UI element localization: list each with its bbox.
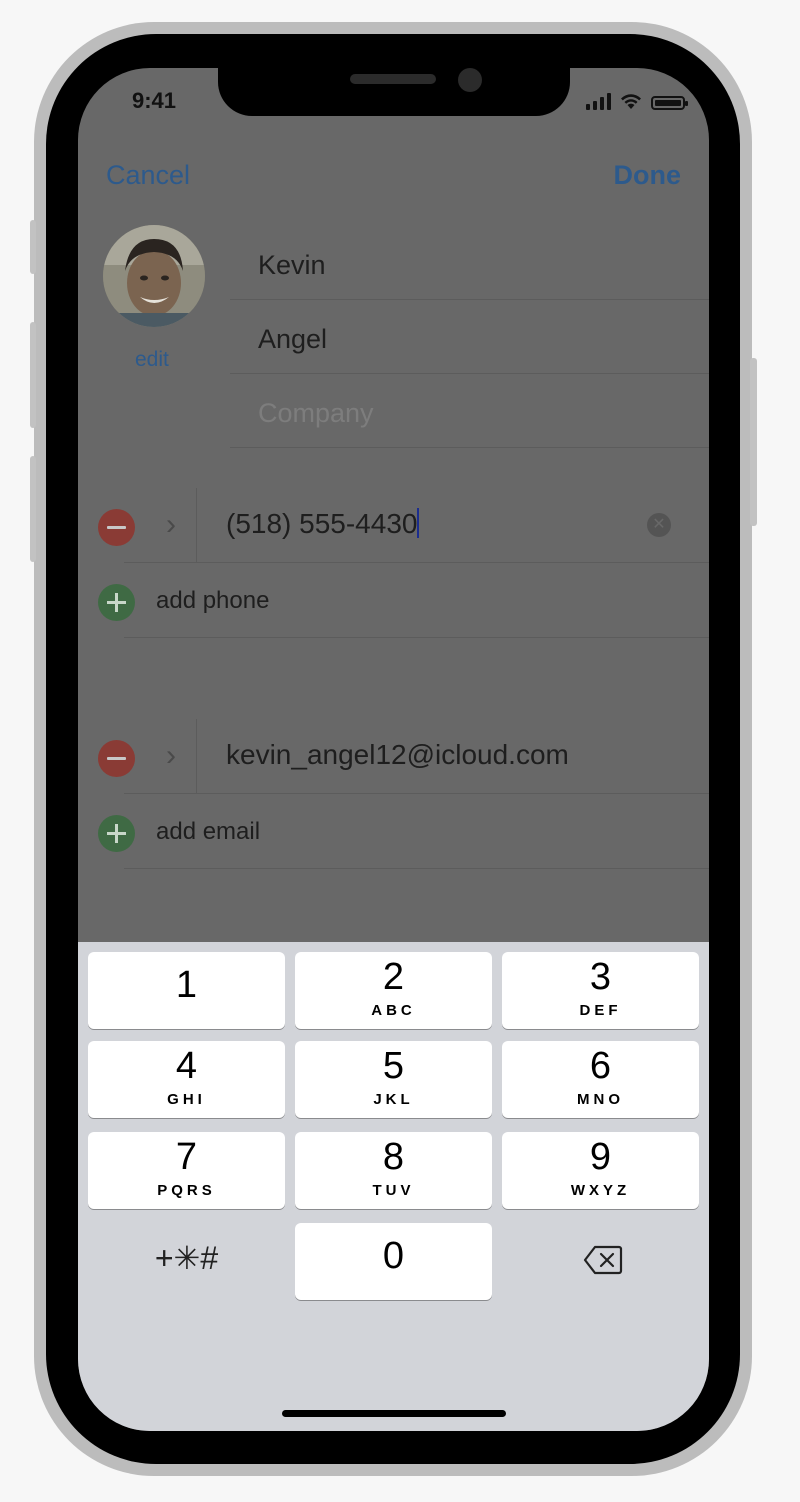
key-9[interactable]: 9 WXYZ bbox=[502, 1132, 699, 1209]
key-5[interactable]: 5 JKL bbox=[295, 1041, 492, 1118]
email-input[interactable]: kevin_angel12@icloud.com bbox=[226, 739, 569, 771]
backspace-icon bbox=[583, 1245, 623, 1275]
key-letters: GHI bbox=[167, 1091, 206, 1108]
key-letters: WXYZ bbox=[570, 1182, 631, 1199]
key-1[interactable]: 1 bbox=[88, 952, 285, 1029]
key-8[interactable]: 8 TUV bbox=[295, 1132, 492, 1209]
email-row: › kevin_angel12@icloud.com bbox=[98, 719, 709, 794]
key-3[interactable]: 3 DEF bbox=[502, 952, 699, 1029]
key-letters: MNO bbox=[577, 1091, 624, 1108]
key-6[interactable]: 6 MNO bbox=[502, 1041, 699, 1118]
phone-row: › (518) 555-4430 ✕ bbox=[98, 488, 709, 563]
wifi-icon bbox=[621, 94, 641, 109]
edit-photo-link[interactable]: edit bbox=[135, 348, 169, 372]
status-icons bbox=[586, 92, 688, 110]
status-time: 9:41 bbox=[132, 88, 177, 113]
key-digit: 5 bbox=[382, 1045, 405, 1087]
key-digit: 9 bbox=[589, 1136, 612, 1178]
key-4[interactable]: 4 GHI bbox=[88, 1041, 285, 1118]
company-field[interactable]: Company bbox=[230, 374, 709, 448]
last-name-field[interactable]: Angel bbox=[230, 300, 709, 374]
phone-value: (518) 555-4430 bbox=[226, 508, 418, 539]
phone-input[interactable]: (518) 555-4430 bbox=[226, 508, 420, 540]
clear-icon[interactable]: ✕ bbox=[647, 513, 671, 537]
key-letters: ABC bbox=[371, 1002, 416, 1019]
text-caret bbox=[417, 508, 420, 538]
key-digit: 8 bbox=[382, 1136, 405, 1178]
first-name-field[interactable]: Kevin bbox=[230, 226, 709, 300]
front-camera bbox=[458, 68, 482, 92]
speaker bbox=[350, 74, 436, 84]
key-digit: 2 bbox=[382, 956, 405, 998]
power-button bbox=[750, 358, 757, 526]
key-digit: 7 bbox=[175, 1136, 198, 1178]
key-digit: 3 bbox=[589, 956, 612, 998]
add-phone-icon[interactable] bbox=[98, 584, 135, 621]
chevron-right-icon[interactable]: › bbox=[166, 508, 176, 542]
divider bbox=[124, 637, 709, 638]
add-phone-row[interactable]: add phone bbox=[98, 563, 709, 638]
battery-icon bbox=[651, 96, 688, 110]
avatar-photo-icon bbox=[103, 225, 205, 327]
divider bbox=[196, 488, 197, 563]
symbols-key[interactable]: +✳# bbox=[88, 1223, 285, 1300]
delete-key[interactable] bbox=[502, 1223, 699, 1300]
key-letters: JKL bbox=[373, 1091, 414, 1108]
remove-email-button[interactable] bbox=[98, 740, 135, 777]
key-2[interactable]: 2 ABC bbox=[295, 952, 492, 1029]
numeric-keypad: 1 2 ABC 3 DEF 4 GHI 5 JKL 6 MNO 7 PQRS 8… bbox=[78, 942, 709, 1431]
cancel-button[interactable]: Cancel bbox=[106, 160, 190, 191]
notch bbox=[218, 68, 570, 116]
first-name-value: Kevin bbox=[258, 250, 326, 280]
volume-down-button bbox=[30, 456, 36, 562]
last-name-value: Angel bbox=[258, 324, 328, 354]
add-email-label: add email bbox=[156, 818, 261, 845]
key-0[interactable]: 0 bbox=[295, 1223, 492, 1300]
chevron-right-icon[interactable]: › bbox=[166, 739, 176, 773]
key-digit: 0 bbox=[382, 1235, 405, 1277]
key-letters: TUV bbox=[372, 1182, 415, 1199]
key-7[interactable]: 7 PQRS bbox=[88, 1132, 285, 1209]
divider bbox=[196, 719, 197, 794]
avatar[interactable] bbox=[103, 225, 205, 327]
divider bbox=[124, 868, 709, 869]
volume-up-button bbox=[30, 322, 36, 428]
mute-switch bbox=[30, 220, 36, 274]
remove-phone-button[interactable] bbox=[98, 509, 135, 546]
done-button[interactable]: Done bbox=[614, 160, 682, 191]
home-indicator[interactable] bbox=[282, 1410, 506, 1417]
add-phone-label: add phone bbox=[156, 587, 270, 614]
screen: 9:41 Cancel Done edit Kevin Angel Compan… bbox=[78, 68, 709, 1431]
add-email-icon[interactable] bbox=[98, 815, 135, 852]
key-digit: 4 bbox=[175, 1045, 198, 1087]
cellular-signal-icon bbox=[586, 93, 611, 110]
key-letters: DEF bbox=[579, 1002, 622, 1019]
company-placeholder: Company bbox=[258, 398, 374, 428]
key-letters: PQRS bbox=[157, 1182, 216, 1199]
key-digit: 1 bbox=[175, 964, 198, 1006]
add-email-row[interactable]: add email bbox=[98, 794, 709, 869]
key-digit: 6 bbox=[589, 1045, 612, 1087]
